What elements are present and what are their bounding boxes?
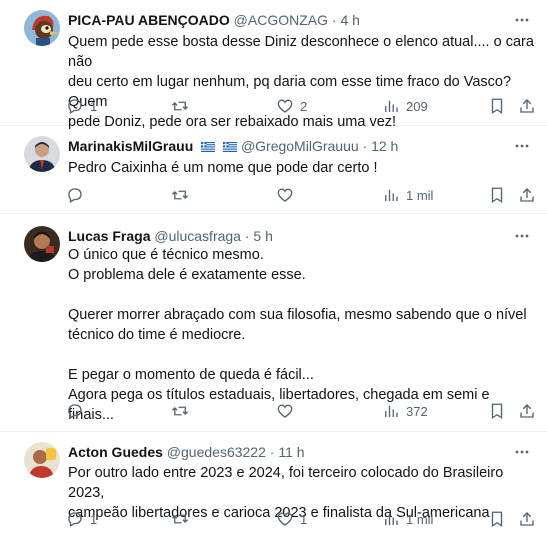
reply-button[interactable]: 1 [66, 96, 97, 116]
analytics-icon [385, 405, 398, 417]
reply-icon [68, 188, 82, 203]
reply-button[interactable] [66, 185, 90, 205]
greece-flag-icon [201, 142, 216, 152]
share-icon [520, 99, 534, 113]
tweet-1[interactable]: PICA-PAU ABENÇOADO @ACGONZAG · 4 h Quem … [0, 0, 547, 130]
display-name[interactable]: PICA-PAU ABENÇOADO [68, 12, 230, 28]
timestamp[interactable]: 11 h [278, 444, 304, 460]
greece-flag-icon [223, 142, 238, 152]
timestamp[interactable]: 12 h [371, 138, 398, 154]
heart-icon [277, 512, 293, 526]
bookmark-button[interactable] [488, 185, 506, 205]
view-count: 209 [406, 98, 428, 114]
tweet-3[interactable]: Lucas Fraga @ulucasfraga · 5 h O único q… [0, 214, 547, 432]
share-icon [520, 188, 534, 202]
like-button[interactable] [276, 185, 300, 205]
bookmark-icon [491, 187, 503, 204]
tweet-actions: 1 mil [66, 185, 534, 205]
share-icon [520, 512, 534, 526]
bookmark-button[interactable] [488, 401, 506, 421]
user-handle[interactable]: @ACGONZAG [234, 12, 328, 28]
reply-button[interactable] [66, 401, 90, 421]
display-name[interactable]: MarinakisMilGrauu [68, 138, 193, 154]
heart-icon [277, 188, 293, 202]
tweet-header: MarinakisMilGrauu @GregoMilGrauuu · 12 h [68, 138, 399, 154]
reply-icon [68, 512, 82, 527]
view-count: 1 mil [406, 511, 434, 527]
user-handle[interactable]: @guedes63222 [167, 444, 266, 460]
reply-button[interactable]: 1 [66, 509, 97, 529]
share-icon [520, 404, 534, 418]
tweet-2[interactable]: MarinakisMilGrauu @GregoMilGrauuu · 12 h… [0, 126, 547, 214]
more-icon[interactable] [513, 137, 531, 155]
bookmark-button[interactable] [488, 96, 506, 116]
share-button[interactable] [518, 401, 536, 421]
avatar[interactable] [24, 136, 60, 172]
tweet-text: Quem pede esse bosta desse Diniz desconh… [68, 34, 534, 130]
timestamp[interactable]: 5 h [253, 228, 272, 244]
display-name[interactable]: Lucas Fraga [68, 228, 150, 244]
avatar[interactable] [24, 10, 60, 46]
retweet-icon [172, 190, 188, 200]
view-count: 372 [406, 403, 428, 419]
share-button[interactable] [518, 96, 536, 116]
user-handle[interactable]: @ulucasfraga [154, 228, 241, 244]
tweet-4[interactable]: Acton Guedes @guedes63222 · 11 h Por out… [0, 432, 547, 537]
avatar[interactable] [24, 226, 60, 262]
retweet-icon [172, 101, 188, 111]
like-button[interactable]: 2 [276, 96, 307, 116]
analytics-icon [385, 100, 398, 112]
like-count: 1 [300, 511, 308, 527]
tweet-header: PICA-PAU ABENÇOADO @ACGONZAG · 4 h [68, 12, 360, 28]
more-icon[interactable] [513, 227, 531, 245]
like-count: 2 [300, 98, 308, 114]
user-handle[interactable]: @GregoMilGrauuu [241, 138, 359, 154]
views-button[interactable]: 1 mil [382, 185, 433, 205]
tweet-actions: 372 [66, 401, 534, 421]
bookmark-icon [491, 511, 503, 528]
reply-count: 1 [90, 511, 98, 527]
more-icon[interactable] [513, 11, 531, 29]
bookmark-button[interactable] [488, 509, 506, 529]
retweet-button[interactable] [171, 96, 195, 116]
retweet-button[interactable] [171, 509, 195, 529]
tweet-text: O único que é técnico mesmo. O problema … [68, 247, 527, 423]
retweet-icon [172, 514, 188, 524]
analytics-icon [385, 189, 398, 201]
timestamp[interactable]: 4 h [340, 12, 359, 28]
bookmark-icon [491, 98, 503, 115]
view-count: 1 mil [406, 187, 434, 203]
analytics-icon [385, 513, 398, 525]
tweet-header: Acton Guedes @guedes63222 · 11 h [68, 444, 305, 460]
reply-count: 1 [90, 98, 98, 114]
tweet-text: Pedro Caixinha é um nome que pode dar ce… [68, 160, 378, 176]
heart-icon [277, 99, 293, 113]
retweet-button[interactable] [171, 185, 195, 205]
share-button[interactable] [518, 185, 536, 205]
views-button[interactable]: 372 [382, 401, 428, 421]
tweet-actions: 1 1 1 mil [66, 509, 534, 529]
tweet-actions: 1 2 209 [66, 96, 534, 116]
tweet-header: Lucas Fraga @ulucasfraga · 5 h [68, 228, 273, 244]
like-button[interactable]: 1 [276, 509, 307, 529]
retweet-button[interactable] [171, 401, 195, 421]
more-icon[interactable] [513, 443, 531, 461]
like-button[interactable] [276, 401, 300, 421]
reply-icon [68, 404, 82, 419]
views-button[interactable]: 1 mil [382, 509, 433, 529]
reply-icon [68, 99, 82, 114]
bookmark-icon [491, 403, 503, 420]
retweet-icon [172, 406, 188, 416]
share-button[interactable] [518, 509, 536, 529]
display-name[interactable]: Acton Guedes [68, 444, 163, 460]
views-button[interactable]: 209 [382, 96, 428, 116]
tweet-feed: PICA-PAU ABENÇOADO @ACGONZAG · 4 h Quem … [0, 0, 547, 537]
heart-icon [277, 404, 293, 418]
avatar[interactable] [24, 442, 60, 478]
